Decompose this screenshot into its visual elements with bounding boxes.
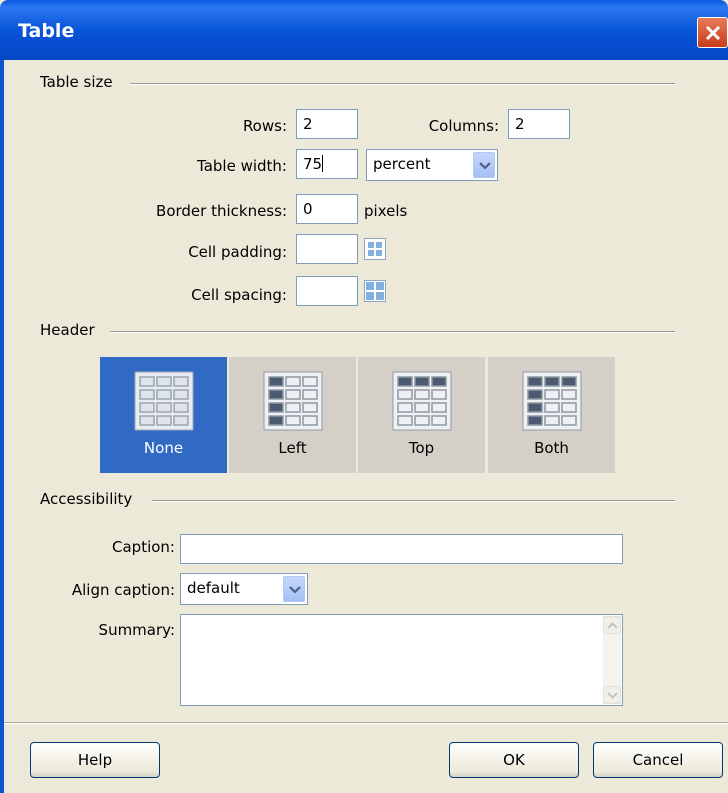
columns-label: Columns: <box>428 117 499 135</box>
header-option-both[interactable]: Both <box>488 357 615 473</box>
chevron-down-icon <box>479 162 491 170</box>
width-unit-value: percent <box>373 155 431 173</box>
cell-padding-label: Cell padding: <box>188 243 287 261</box>
table-left-header-icon <box>263 371 323 431</box>
header-option-label: None <box>143 439 184 457</box>
chevron-down-icon <box>289 586 301 594</box>
rows-label: Rows: <box>242 117 287 135</box>
scroll-up-button[interactable] <box>603 616 621 634</box>
header-section-label: Header <box>40 321 95 339</box>
width-unit-select[interactable]: percent <box>366 149 498 181</box>
section-divider <box>110 331 675 333</box>
close-icon <box>705 25 721 41</box>
table-width-value: 75 <box>303 155 323 173</box>
chevron-up-icon <box>607 622 618 629</box>
title-bar: Table <box>0 0 728 60</box>
window-title: Table <box>18 20 75 42</box>
help-button[interactable]: Help <box>30 742 160 778</box>
border-thickness-input[interactable]: 0 <box>296 194 358 224</box>
align-caption-value: default <box>187 579 240 597</box>
table-size-section-label: Table size <box>40 73 113 91</box>
caption-label: Caption: <box>112 538 175 556</box>
header-option-none[interactable]: None <box>100 357 227 473</box>
section-divider <box>130 83 675 85</box>
scroll-down-button[interactable] <box>603 686 621 704</box>
align-caption-select[interactable]: default <box>180 573 308 605</box>
dropdown-arrow[interactable] <box>473 152 495 178</box>
summary-textarea[interactable] <box>180 614 623 706</box>
rows-input[interactable]: 2 <box>296 109 358 139</box>
columns-input[interactable]: 2 <box>508 109 570 139</box>
chevron-down-icon <box>607 692 618 699</box>
header-option-label: Both <box>534 439 569 457</box>
section-divider <box>152 500 675 502</box>
table-no-header-icon <box>134 371 194 431</box>
summary-label: Summary: <box>98 621 175 639</box>
caption-input[interactable] <box>180 534 623 564</box>
dropdown-arrow[interactable] <box>283 576 305 602</box>
footer-divider <box>4 722 728 724</box>
cell-spacing-label: Cell spacing: <box>191 286 287 304</box>
text-caret <box>322 155 324 172</box>
table-both-header-icon <box>522 371 582 431</box>
cell-spacing-input[interactable] <box>296 276 358 306</box>
cell-padding-input[interactable] <box>296 234 358 264</box>
summary-scrollbar[interactable] <box>603 616 621 704</box>
accessibility-section-label: Accessibility <box>40 490 133 508</box>
header-option-top[interactable]: Top <box>358 357 485 473</box>
ok-button[interactable]: OK <box>449 742 579 778</box>
cell-spacing-icon <box>364 280 386 302</box>
border-thickness-label: Border thickness: <box>156 202 287 220</box>
header-option-label: Top <box>408 439 435 457</box>
header-option-label: Left <box>278 439 307 457</box>
table-top-header-icon <box>392 371 452 431</box>
table-width-label: Table width: <box>197 157 287 175</box>
align-caption-label: Align caption: <box>71 581 175 599</box>
close-button[interactable] <box>697 17 728 48</box>
cell-padding-icon <box>364 238 386 260</box>
border-unit-label: pixels <box>364 202 408 220</box>
cancel-button[interactable]: Cancel <box>593 742 723 778</box>
header-option-left[interactable]: Left <box>229 357 356 473</box>
table-width-input[interactable]: 75 <box>296 149 358 179</box>
